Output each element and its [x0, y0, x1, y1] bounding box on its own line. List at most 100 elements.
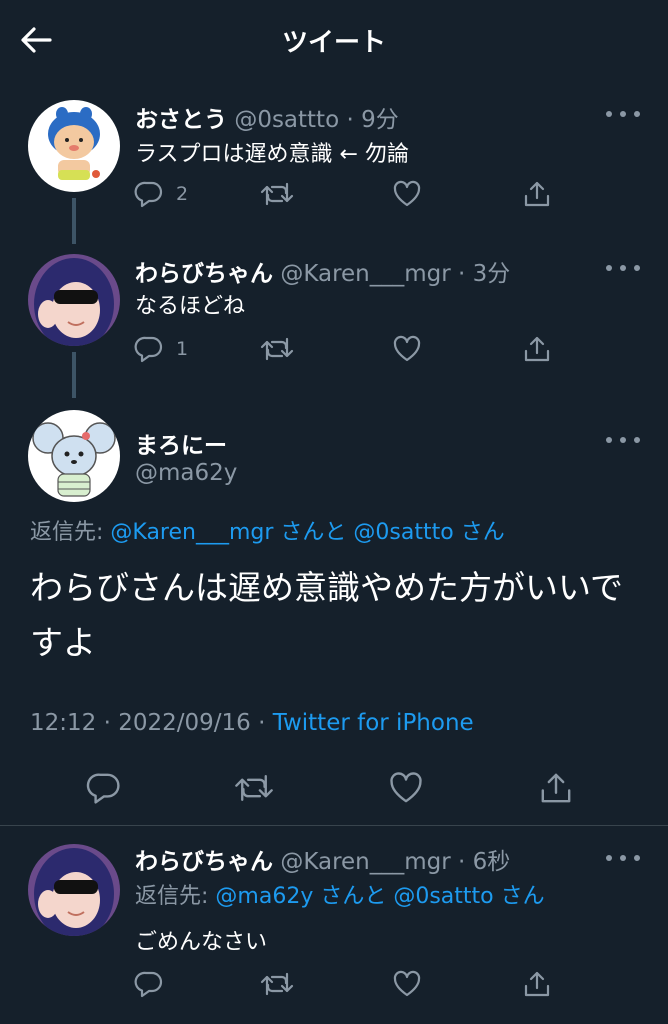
- display-name[interactable]: おさとう: [135, 107, 227, 133]
- like-button[interactable]: [392, 331, 422, 367]
- user-handle[interactable]: @Karen___mgr: [280, 261, 450, 287]
- retweet-icon: [260, 337, 294, 361]
- avatar[interactable]: [28, 254, 120, 346]
- retweet-button[interactable]: [260, 331, 294, 367]
- reply-prefix: 返信先:: [135, 884, 216, 909]
- user-handle[interactable]: @0sattto: [234, 107, 339, 133]
- share-icon: [524, 971, 550, 997]
- display-name[interactable]: わらびちゃん: [135, 849, 273, 875]
- reply-icon: [86, 773, 120, 804]
- user-handle[interactable]: @ma62y: [135, 460, 237, 486]
- tweet-header: わらびちゃん @Karen___mgr · 6秒: [135, 842, 510, 876]
- user-handle[interactable]: @Karen___mgr: [280, 849, 450, 875]
- tweet-text: ごめんなさい: [135, 930, 268, 955]
- tweet-actions: [80, 766, 600, 810]
- dot: [620, 855, 626, 861]
- mention-link[interactable]: @Karen___mgr: [110, 520, 273, 545]
- replying-to: 返信先: @Karen___mgr さんと @0sattto さん: [30, 514, 505, 546]
- tweet-time: · 6秒: [458, 849, 511, 875]
- retweet-icon: [235, 775, 273, 801]
- dot: [606, 855, 612, 861]
- share-button[interactable]: [522, 966, 552, 1002]
- tweet-text: わらびさんは遅め意識やめた方がいいですよ: [30, 568, 624, 662]
- tweet-text: ラスプロは遅め意識 ← 勿論: [135, 142, 409, 167]
- mention-link[interactable]: @0sattto: [393, 884, 493, 909]
- divider: [0, 825, 668, 826]
- replying-to: 返信先: @ma62y さんと @0sattto さん: [135, 878, 545, 910]
- reply-button[interactable]: [86, 766, 122, 810]
- share-button[interactable]: [538, 766, 574, 810]
- heart-icon: [393, 180, 421, 207]
- tweet-header: おさとう @0sattto · 9分: [135, 100, 399, 134]
- thread-connector: [72, 198, 76, 244]
- reply-button[interactable]: 1: [134, 331, 188, 367]
- dot: [620, 265, 626, 271]
- timestamp[interactable]: 12:12 · 2022/09/16 ·: [30, 710, 273, 736]
- mention-link[interactable]: @ma62y: [215, 884, 313, 909]
- tweet-actions: 1: [130, 331, 570, 367]
- retweet-icon: [260, 182, 294, 206]
- reply-tweet[interactable]: わらびちゃん @Karen___mgr · 6秒 返信先: @ma62y さんと…: [0, 840, 668, 1024]
- retweet-button[interactable]: [260, 176, 294, 212]
- share-button[interactable]: [522, 331, 552, 367]
- dot: [620, 437, 626, 443]
- like-button[interactable]: [392, 966, 422, 1002]
- avatar[interactable]: [28, 100, 120, 192]
- dot: [634, 437, 640, 443]
- dot: [620, 111, 626, 117]
- page-title: ツイート: [281, 28, 386, 58]
- thread-tweet-2[interactable]: わらびちゃん @Karen___mgr · 3分 なるほどね 1: [0, 252, 668, 382]
- like-button[interactable]: [392, 176, 422, 212]
- display-name[interactable]: わらびちゃん: [135, 261, 273, 287]
- retweet-icon: [260, 972, 294, 996]
- tweet-meta: 12:12 · 2022/09/16 · Twitter for iPhone: [30, 710, 474, 736]
- avatar[interactable]: [28, 410, 120, 502]
- display-name[interactable]: まろにー: [135, 426, 227, 460]
- reply-suffix: さん: [493, 884, 545, 909]
- tweet-actions: 2: [130, 176, 570, 212]
- more-options-button[interactable]: [606, 262, 640, 274]
- reply-button[interactable]: 2: [134, 176, 188, 212]
- avatar-warabi-icon: [28, 254, 120, 346]
- reply-connector-text: さんと: [313, 884, 394, 909]
- reply-suffix: さん: [453, 520, 505, 545]
- dot: [606, 265, 612, 271]
- mention-link[interactable]: @0sattto: [353, 520, 453, 545]
- reply-connector-text: さんと: [273, 520, 354, 545]
- reply-prefix: 返信先:: [30, 520, 111, 545]
- heart-icon: [393, 335, 421, 362]
- top-bar: ツイート: [0, 0, 668, 80]
- tweet-text: なるほどね: [135, 294, 246, 319]
- thread-connector: [72, 352, 76, 398]
- dot: [634, 265, 640, 271]
- share-button[interactable]: [522, 176, 552, 212]
- retweet-button[interactable]: [234, 766, 274, 810]
- dot: [606, 111, 612, 117]
- heart-icon: [393, 970, 421, 997]
- client-link[interactable]: Twitter for iPhone: [273, 710, 474, 736]
- reply-count: 2: [176, 183, 189, 205]
- avatar[interactable]: [28, 844, 120, 936]
- share-icon: [541, 773, 571, 803]
- reply-count: 1: [176, 338, 189, 360]
- dot: [634, 111, 640, 117]
- tweet-time: · 9分: [346, 107, 399, 133]
- reply-icon: [134, 336, 163, 363]
- more-options-button[interactable]: [606, 852, 640, 864]
- more-options-button[interactable]: [606, 434, 640, 446]
- avatar-maroni-icon: [28, 410, 120, 502]
- reply-icon: [134, 181, 163, 208]
- avatar-osatou-icon: [28, 100, 120, 192]
- avatar-warabi-icon: [28, 844, 120, 936]
- dot: [634, 855, 640, 861]
- share-icon: [524, 181, 550, 207]
- tweet-time: · 3分: [458, 261, 511, 287]
- more-options-button[interactable]: [606, 108, 640, 120]
- retweet-button[interactable]: [260, 966, 294, 1002]
- reply-button[interactable]: [134, 966, 164, 1002]
- like-button[interactable]: [388, 766, 424, 810]
- reply-icon: [134, 971, 163, 998]
- tweet-actions: [130, 966, 570, 1002]
- thread-tweet-1[interactable]: おさとう @0sattto · 9分 ラスプロは遅め意識 ← 勿論 2: [0, 96, 668, 226]
- dot: [606, 437, 612, 443]
